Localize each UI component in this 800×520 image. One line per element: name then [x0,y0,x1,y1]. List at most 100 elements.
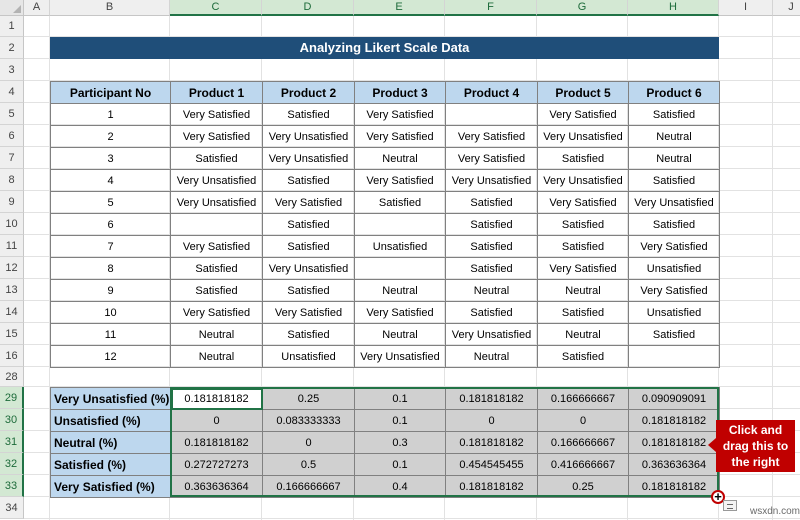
table-cell[interactable]: Neutral [537,323,629,346]
table-cell[interactable]: Very Unsatisfied [262,125,355,148]
table-cell[interactable]: Neutral [354,147,446,170]
percentage-cell[interactable]: 0.5 [262,453,355,476]
row-header-11[interactable]: 11 [0,235,24,257]
row-header-34[interactable]: 34 [0,497,24,519]
table-cell[interactable]: Neutral [628,125,720,148]
table-cell[interactable]: Satisfied [262,103,355,126]
table-cell[interactable]: Very Unsatisfied [354,345,446,368]
percentage-cell[interactable]: 0.181818182 [445,431,538,454]
table-cell[interactable]: Very Satisfied [445,125,538,148]
table-header[interactable]: Product 6 [628,81,720,104]
sheet-title[interactable]: Analyzing Likert Scale Data [50,37,719,59]
percentage-cell[interactable]: 0.166666667 [262,475,355,498]
percentage-label[interactable]: Satisfied (%) [50,453,171,476]
table-cell[interactable]: Very Unsatisfied [537,169,629,192]
table-cell[interactable]: Very Unsatisfied [170,191,263,214]
table-cell[interactable]: Very Satisfied [170,103,263,126]
table-cell[interactable]: Very Satisfied [354,103,446,126]
table-cell[interactable]: Very Satisfied [262,191,355,214]
percentage-cell[interactable]: 0.1 [354,387,446,410]
table-cell[interactable]: Satisfied [445,213,538,236]
table-cell[interactable]: Satisfied [262,279,355,302]
table-cell[interactable]: Very Satisfied [170,301,263,324]
table-cell[interactable]: Satisfied [445,301,538,324]
percentage-cell[interactable]: 0 [537,409,629,432]
table-cell[interactable]: Satisfied [537,213,629,236]
percentage-label[interactable]: Neutral (%) [50,431,171,454]
row-header-4[interactable]: 4 [0,81,24,103]
table-cell[interactable]: Very Satisfied [628,279,720,302]
percentage-cell[interactable]: 0 [262,431,355,454]
row-header-6[interactable]: 6 [0,125,24,147]
table-cell[interactable]: Unsatisfied [628,301,720,324]
table-cell[interactable]: Unsatisfied [262,345,355,368]
percentage-cell[interactable]: 0.416666667 [537,453,629,476]
table-cell[interactable]: Satisfied [170,279,263,302]
column-header-i[interactable]: I [719,0,773,16]
table-cell[interactable]: Very Unsatisfied [445,169,538,192]
table-cell[interactable]: Satisfied [445,191,538,214]
percentage-cell[interactable]: 0.181818182 [445,475,538,498]
table-cell[interactable]: Satisfied [170,147,263,170]
percentage-cell[interactable]: 0.181818182 [445,387,538,410]
table-cell[interactable]: 5 [50,191,171,214]
row-header-14[interactable]: 14 [0,301,24,323]
row-header-2[interactable]: 2 [0,37,24,59]
table-cell[interactable]: Satisfied [262,213,355,236]
row-header-12[interactable]: 12 [0,257,24,279]
table-cell[interactable]: Unsatisfied [628,257,720,280]
table-cell[interactable]: Very Unsatisfied [262,147,355,170]
table-cell[interactable]: 7 [50,235,171,258]
table-cell[interactable]: Very Satisfied [628,235,720,258]
table-cell[interactable]: Very Unsatisfied [537,125,629,148]
row-header-13[interactable]: 13 [0,279,24,301]
percentage-cell[interactable]: 0.4 [354,475,446,498]
table-cell[interactable]: Satisfied [537,147,629,170]
row-header-8[interactable]: 8 [0,169,24,191]
table-cell[interactable]: Satisfied [628,213,720,236]
table-cell[interactable]: Neutral [445,279,538,302]
table-cell[interactable]: Neutral [170,323,263,346]
percentage-cell[interactable]: 0.1 [354,409,446,432]
table-cell[interactable]: Neutral [628,147,720,170]
table-cell[interactable]: Unsatisfied [354,235,446,258]
table-cell[interactable]: 8 [50,257,171,280]
table-cell[interactable]: Very Satisfied [537,103,629,126]
table-cell[interactable]: 10 [50,301,171,324]
table-cell[interactable]: Neutral [445,345,538,368]
column-header-h[interactable]: H [628,0,719,16]
percentage-cell[interactable]: 0.181818182 [628,431,720,454]
percentage-cell[interactable]: 0.166666667 [537,431,629,454]
column-header-a[interactable]: A [24,0,50,16]
percentage-cell[interactable]: 0.166666667 [537,387,629,410]
table-cell[interactable]: Very Unsatisfied [262,257,355,280]
table-cell[interactable]: 9 [50,279,171,302]
row-header-3[interactable]: 3 [0,59,24,81]
column-header-f[interactable]: F [445,0,537,16]
table-cell[interactable]: Very Satisfied [537,257,629,280]
table-cell[interactable]: Neutral [537,279,629,302]
row-header-5[interactable]: 5 [0,103,24,125]
table-cell[interactable]: Very Unsatisfied [628,191,720,214]
row-header-30[interactable]: 30 [0,409,24,431]
row-header-7[interactable]: 7 [0,147,24,169]
table-cell[interactable]: Very Satisfied [354,301,446,324]
percentage-cell[interactable]: 0 [445,409,538,432]
table-cell[interactable]: Satisfied [537,345,629,368]
table-cell[interactable]: Satisfied [628,169,720,192]
table-header[interactable]: Product 2 [262,81,355,104]
table-cell[interactable]: 1 [50,103,171,126]
table-cell[interactable] [354,257,446,280]
table-cell[interactable]: Neutral [354,323,446,346]
percentage-cell[interactable]: 0.181818182 [628,409,720,432]
table-header[interactable]: Participant No [50,81,171,104]
row-header-9[interactable]: 9 [0,191,24,213]
column-header-e[interactable]: E [354,0,445,16]
table-cell[interactable] [445,103,538,126]
column-header-c[interactable]: C [170,0,262,16]
table-cell[interactable]: Satisfied [445,257,538,280]
autofill-options-icon[interactable] [723,500,737,511]
table-header[interactable]: Product 3 [354,81,446,104]
table-cell[interactable]: 6 [50,213,171,236]
row-header-1[interactable]: 1 [0,16,24,37]
